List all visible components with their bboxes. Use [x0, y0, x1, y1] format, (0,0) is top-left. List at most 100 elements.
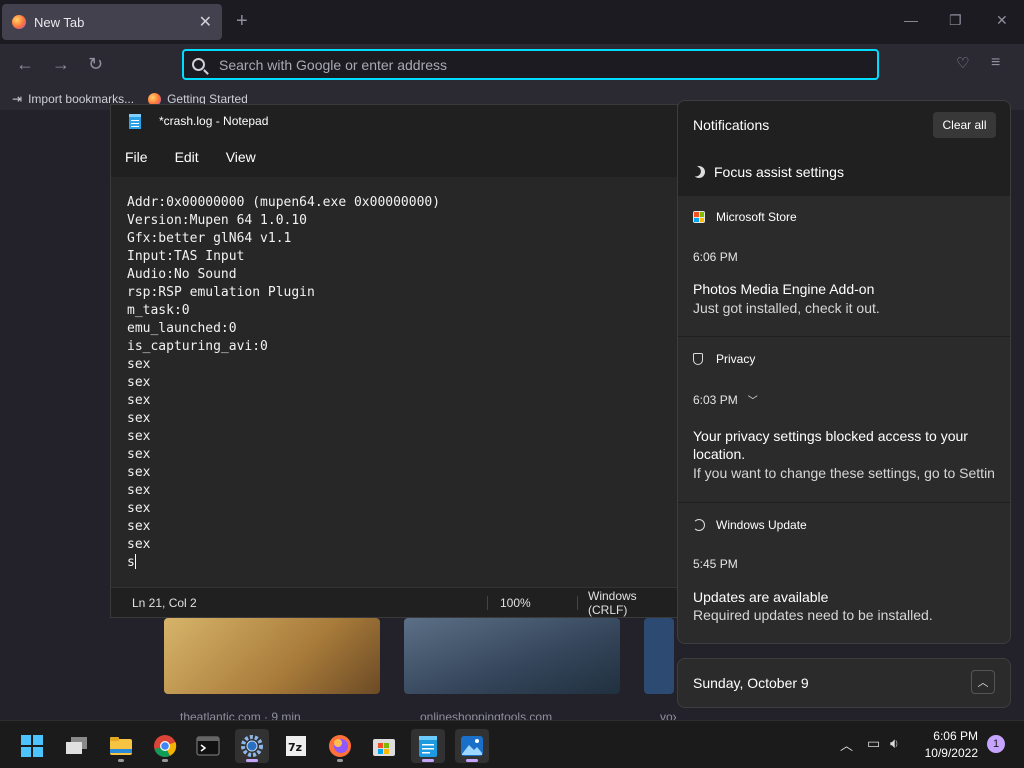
chevron-up-icon[interactable]: ︿: [971, 670, 995, 694]
notepad-taskbar-button[interactable]: [411, 729, 445, 763]
focus-assist-settings-link[interactable]: Focus assist settings: [693, 164, 844, 180]
text-editor[interactable]: Addr:0x00000000 (mupen64.exe 0x00000000)…: [111, 177, 677, 587]
text-line: sex: [127, 375, 151, 390]
text-line: sex: [127, 411, 151, 426]
minimize-icon[interactable]: —: [904, 12, 918, 28]
notification-time: 5:45 PM: [693, 557, 738, 571]
menu-file[interactable]: File: [125, 149, 148, 165]
text-line: sex: [127, 429, 151, 444]
calendar-flyout: Sunday, October 9 ︿: [677, 658, 1011, 708]
notification-microsoft-store[interactable]: Microsoft Store 6:06 PM Photos Media Eng…: [678, 196, 1010, 336]
text-line: sex: [127, 483, 151, 498]
text-line: sex: [127, 357, 151, 372]
chevron-down-icon[interactable]: ﹀: [748, 392, 758, 407]
text-line: rsp:RSP emulation Plugin: [127, 285, 315, 300]
chevron-up-icon[interactable]: ︿: [840, 735, 853, 754]
notification-body: Required updates need to be installed.: [693, 607, 933, 623]
notification-heading: Updates are available: [693, 589, 829, 605]
text-line: Version:Mupen 64 1.0.10: [127, 213, 308, 228]
network-icon[interactable]: ▭: [867, 735, 880, 752]
terminal-icon: [196, 736, 220, 756]
text-line: sex: [127, 447, 151, 462]
top-site-thumbnail[interactable]: [404, 618, 620, 694]
menu-edit[interactable]: Edit: [175, 149, 199, 165]
focus-assist-label: Focus assist settings: [714, 164, 844, 180]
cursor-position: Ln 21, Col 2: [132, 595, 197, 610]
sync-icon: [693, 519, 705, 531]
notification-header: Notifications Clear all Focus assist set…: [678, 101, 1010, 196]
menu-view[interactable]: View: [226, 149, 256, 165]
clear-all-button[interactable]: Clear all: [933, 112, 996, 138]
firefox-icon: [12, 15, 26, 29]
windows-icon: [21, 735, 43, 757]
file-explorer-button[interactable]: [104, 729, 138, 763]
tab-new-tab[interactable]: New Tab ✕: [2, 4, 222, 40]
back-icon[interactable]: ←: [16, 54, 34, 75]
notification-windows-update[interactable]: Windows Update 5:45 PM Updates are avail…: [678, 503, 1010, 643]
folder-icon: [110, 737, 132, 755]
firefox-icon: [329, 735, 351, 757]
pocket-icon[interactable]: ♡: [956, 54, 969, 72]
text-line: sex: [127, 501, 151, 516]
microsoft-store-button[interactable]: [367, 729, 401, 763]
notification-time: 6:06 PM: [693, 250, 738, 264]
text-line: sex: [127, 393, 151, 408]
text-caret: [134, 554, 136, 569]
notification-app-name: Microsoft Store: [716, 210, 797, 224]
clock-date[interactable]: 10/9/2022: [920, 746, 978, 760]
gear-icon: [241, 735, 263, 757]
volume-icon[interactable]: 🔉︎: [890, 735, 899, 752]
notification-center: Notifications Clear all Focus assist set…: [677, 100, 1011, 644]
tab-title: New Tab: [34, 14, 85, 30]
clock-time[interactable]: 6:06 PM: [930, 729, 978, 743]
notification-app-name: Windows Update: [716, 518, 807, 532]
notepad-icon: [419, 736, 437, 757]
svg-text:7z: 7z: [288, 741, 302, 754]
store-icon: [373, 739, 395, 756]
top-site-thumbnail[interactable]: [644, 618, 674, 694]
new-tab-button[interactable]: +: [236, 10, 248, 33]
firefox-taskbar-button[interactable]: [323, 729, 357, 763]
notification-count-badge[interactable]: 1: [987, 735, 1005, 753]
document-text: Addr:0x00000000 (mupen64.exe 0x00000000)…: [127, 194, 440, 572]
notepad-icon: [129, 113, 141, 129]
task-view-button[interactable]: [60, 729, 94, 763]
top-site-thumbnail[interactable]: [164, 618, 380, 694]
text-line: sex: [127, 465, 151, 480]
notepad-title-bar[interactable]: *crash.log - Notepad: [111, 105, 677, 137]
7zip-button[interactable]: 7z: [279, 729, 313, 763]
notepad-window: *crash.log - Notepad File Edit View Addr…: [110, 104, 678, 618]
close-icon[interactable]: ✕: [199, 12, 212, 32]
line-ending: Windows (CRLF): [588, 588, 637, 617]
taskbar: 7z ︿ ▭ 🔉︎ 6:06 PM 10/9/2022 1: [0, 720, 1024, 768]
window-close-icon[interactable]: ✕: [996, 12, 1008, 29]
photos-icon: [461, 736, 483, 756]
notification-body: Just got installed, check it out.: [693, 300, 880, 316]
forward-icon[interactable]: →: [52, 54, 70, 75]
menu-icon[interactable]: ≡: [991, 54, 1000, 72]
text-line: Gfx:better glN64 v1.1: [127, 231, 292, 246]
start-button[interactable]: [15, 729, 49, 763]
task-view-icon: [66, 737, 87, 754]
notification-heading: Your privacy settings blocked access to …: [693, 428, 968, 462]
text-line: sex: [127, 519, 151, 534]
microsoft-store-icon: [693, 211, 705, 223]
calendar-date: Sunday, October 9: [693, 675, 809, 691]
text-line: sex: [127, 537, 151, 552]
chrome-button[interactable]: [148, 729, 182, 763]
settings-button[interactable]: [235, 729, 269, 763]
reload-icon[interactable]: ↻: [88, 54, 103, 75]
terminal-button[interactable]: [191, 729, 225, 763]
maximize-icon[interactable]: ❐: [949, 12, 962, 29]
address-bar[interactable]: Search with Google or enter address: [182, 49, 879, 80]
zoom-level: 100%: [500, 595, 531, 610]
photos-button[interactable]: [455, 729, 489, 763]
7zip-icon: 7z: [286, 736, 306, 756]
shield-icon: [693, 353, 703, 365]
import-icon: ⇥: [12, 92, 23, 106]
text-line: emu_launched:0: [127, 321, 237, 336]
moon-icon: [691, 164, 707, 180]
notification-privacy[interactable]: Privacy 6:03 PM ﹀ Your privacy settings …: [678, 337, 1010, 502]
address-placeholder: Search with Google or enter address: [219, 56, 448, 73]
notification-heading: Photos Media Engine Add-on: [693, 281, 875, 297]
